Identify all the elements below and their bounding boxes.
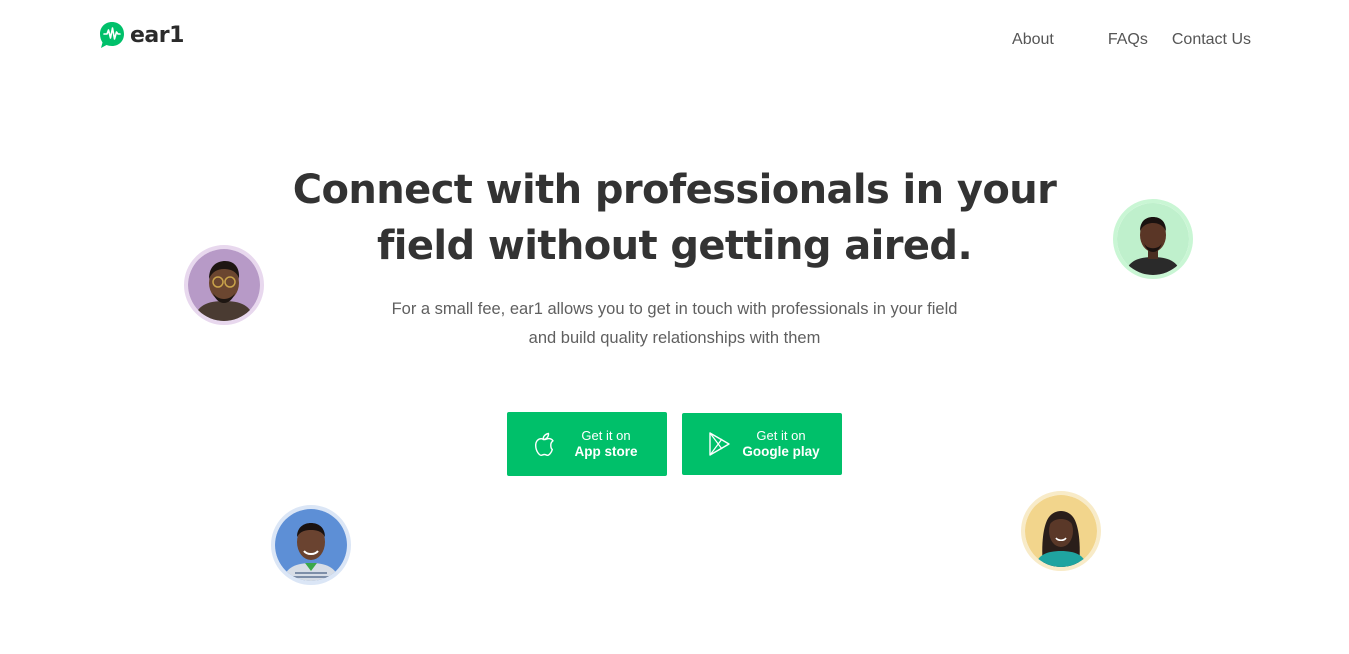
avatar-man-blue	[271, 505, 351, 585]
app-store-label-top: Get it on	[581, 428, 631, 443]
top-nav: About FAQs Contact Us	[1012, 31, 1251, 49]
google-play-label-top: Get it on	[756, 428, 806, 443]
hero-subtitle-line: and build quality relationships with the…	[528, 329, 821, 347]
app-store-button[interactable]: Get it on App store	[507, 412, 667, 476]
avatar-man-green	[1113, 199, 1193, 279]
logo-link[interactable]: ear1	[98, 20, 184, 50]
google-play-label-bottom: Google play	[742, 444, 820, 459]
nav-link-faqs[interactable]: FAQs	[1108, 31, 1148, 49]
google-play-button[interactable]: Get it on Google play	[682, 413, 842, 475]
apple-icon	[535, 432, 554, 456]
app-store-label-bottom: App store	[574, 444, 638, 459]
avatar-woman-yellow	[1021, 491, 1101, 571]
play-store-icon	[709, 432, 730, 456]
nav-link-contact[interactable]: Contact Us	[1172, 31, 1251, 49]
app-store-label: Get it on App store	[559, 428, 667, 460]
brand-name: ear1	[130, 22, 184, 48]
nav-link-about[interactable]: About	[1012, 31, 1054, 49]
google-play-label: Get it on Google play	[734, 428, 842, 460]
speech-bubble-waveform-icon	[100, 22, 124, 48]
avatar-man-glasses	[184, 245, 264, 325]
